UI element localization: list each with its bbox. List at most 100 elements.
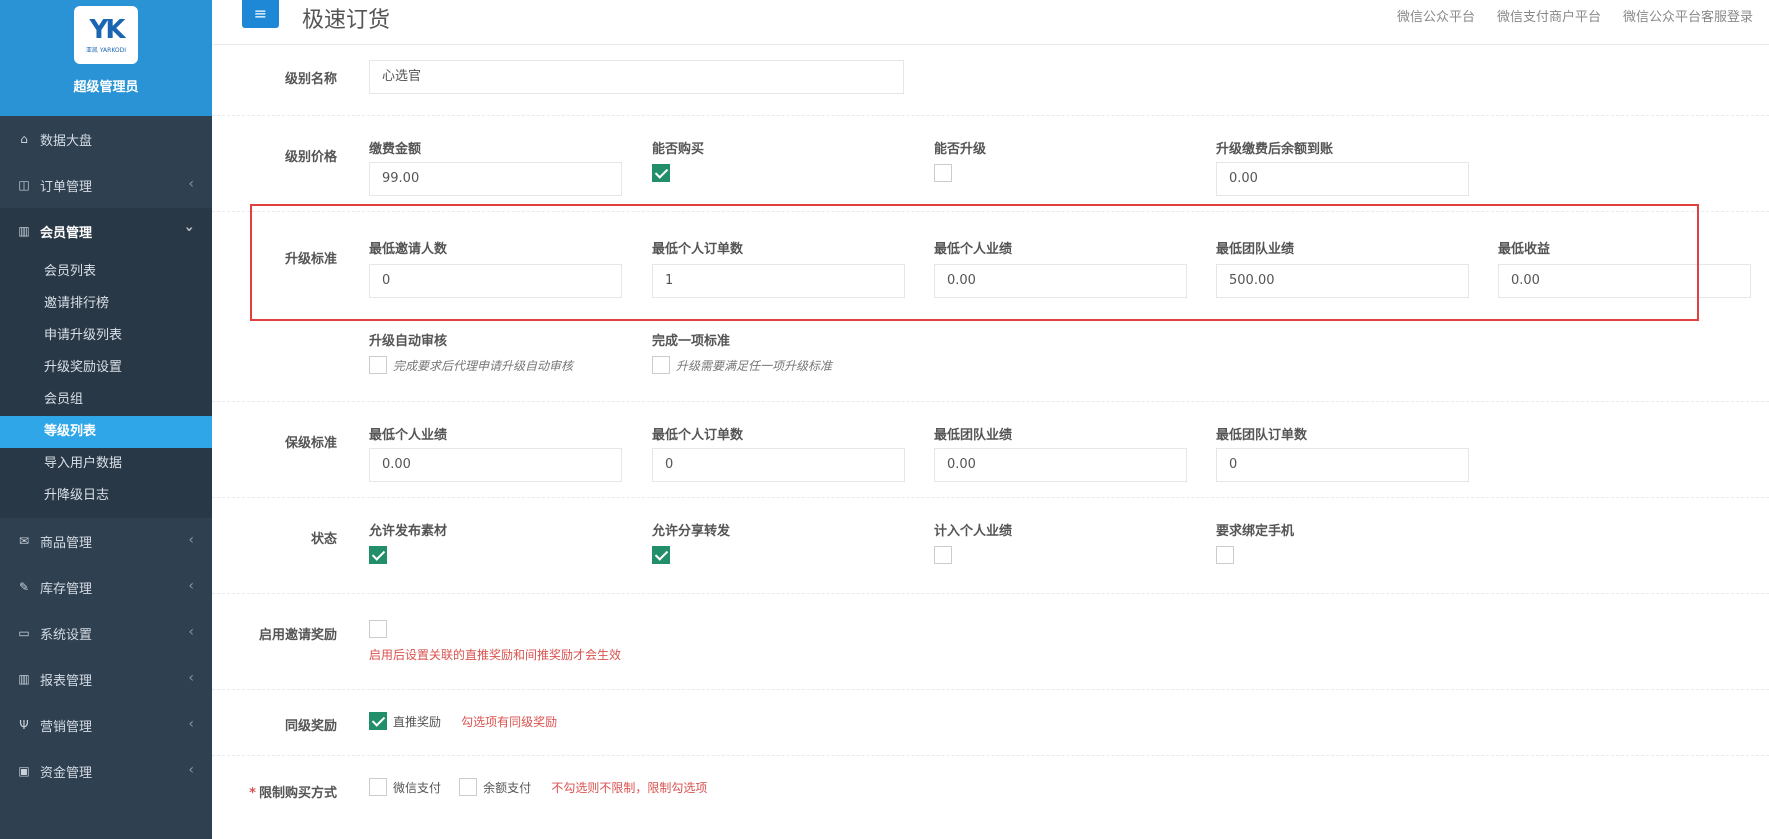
envelope-icon: ✉: [18, 534, 30, 548]
sidebar-item-products[interactable]: ✉ 商品管理 ‹: [0, 518, 212, 564]
row-level-name: 级别名称 心选官: [212, 46, 1769, 116]
sidebar-item-marketing[interactable]: Ψ 营销管理 ‹: [0, 702, 212, 748]
submenu-item-level-log[interactable]: 升降级日志: [0, 480, 212, 512]
wechat-pay-label: 微信支付: [393, 780, 442, 795]
hamburger-icon: ≡: [253, 4, 268, 23]
chevron-left-icon: ‹: [188, 578, 194, 594]
level-name-label: 级别名称: [284, 72, 337, 87]
chevron-left-icon: ‹: [188, 176, 194, 192]
menu-toggle-button[interactable]: ≡: [242, 0, 279, 28]
row-status: 状态 允许发布素材 允许分享转发 计入个人业绩 要求绑定手机: [212, 498, 1769, 594]
keep-min-team-sales-input[interactable]: 0.00: [934, 448, 1187, 482]
top-bar: ≡ 极速订货 微信公众平台 微信支付商户平台 微信公众平台客服登录: [212, 0, 1769, 45]
require-phone-label: 要求绑定手机: [1216, 524, 1295, 539]
fee-amount-input[interactable]: 99.00: [369, 162, 622, 196]
columns-icon: ◫: [18, 178, 30, 192]
link-wechat-service-login[interactable]: 微信公众平台客服登录: [1623, 6, 1753, 25]
row-limit-purchase: * 限制购买方式 微信支付 余额支付 不勾选则不限制，限制勾选项: [212, 756, 1769, 839]
sidebar-item-dashboard[interactable]: ⌂ 数据大盘: [0, 116, 212, 162]
sidebar: YK 亚凯 YARKODI 超级管理员 ⌂ 数据大盘 ◫ 订单管理 ‹ ▥ 会员…: [0, 0, 212, 839]
keep-min-personal-orders-input[interactable]: 0: [652, 448, 905, 482]
direct-reward-option-label: 直推奖励: [393, 714, 442, 729]
sidebar-item-label: 系统设置: [40, 627, 93, 643]
wechat-pay-checkbox[interactable]: [369, 778, 387, 796]
one-standard-label: 完成一项标准: [652, 334, 731, 349]
edit-icon: ✎: [18, 580, 30, 594]
submenu-item-member-list[interactable]: 会员列表: [0, 256, 212, 288]
upgrade-balance-input[interactable]: 0.00: [1216, 162, 1469, 196]
auto-audit-note: 完成要求后代理申请升级自动审核: [393, 358, 574, 373]
sidebar-item-label: 库存管理: [40, 581, 93, 597]
can-buy-label: 能否购买: [652, 142, 705, 157]
link-wechat-pay-merchant[interactable]: 微信支付商户平台: [1497, 6, 1601, 25]
highlight-box: [250, 204, 1699, 321]
keep-min-personal-orders-label: 最低个人订单数: [652, 428, 744, 443]
logo-subtext: 亚凯 YARKODI: [85, 46, 127, 54]
home-icon: ⌂: [20, 132, 28, 146]
sidebar-item-label: 营销管理: [40, 719, 93, 735]
money-icon: ▣: [18, 764, 30, 778]
limit-purchase-note: 不勾选则不限制，限制勾选项: [551, 780, 708, 795]
count-personal-sales-label: 计入个人业绩: [934, 524, 1013, 539]
logo: YK 亚凯 YARKODI: [74, 6, 138, 64]
status-label: 状态: [310, 532, 337, 547]
keep-min-team-sales-label: 最低团队业绩: [934, 428, 1013, 443]
same-level-reward-note: 勾选项有同级奖励: [461, 714, 558, 729]
members-submenu: 会员列表 邀请排行榜 申请升级列表 升级奖励设置 会员组 等级列表 导入用户数据…: [0, 254, 212, 518]
submenu-item-invite-ranking[interactable]: 邀请排行榜: [0, 288, 212, 320]
admin-name[interactable]: 超级管理员: [73, 76, 138, 95]
chevron-left-icon: ‹: [188, 624, 194, 640]
submenu-item-upgrade-requests[interactable]: 申请升级列表: [0, 320, 212, 352]
allow-publish-label: 允许发布素材: [369, 524, 448, 539]
submenu-item-import-users[interactable]: 导入用户数据: [0, 448, 212, 480]
sidebar-item-label: 资金管理: [40, 765, 93, 781]
one-standard-checkbox[interactable]: [652, 356, 670, 374]
sidebar-item-settings[interactable]: ▭ 系统设置 ‹: [0, 610, 212, 656]
level-name-input[interactable]: 心选官: [369, 60, 904, 94]
limit-purchase-label: 限制购买方式: [258, 786, 337, 801]
count-personal-sales-checkbox[interactable]: [934, 546, 952, 564]
keep-min-personal-sales-input[interactable]: 0.00: [369, 448, 622, 482]
bar-chart-icon: ▥: [18, 672, 30, 686]
require-phone-checkbox[interactable]: [1216, 546, 1234, 564]
allow-share-label: 允许分享转发: [652, 524, 731, 539]
logo-mark: YK: [89, 14, 126, 45]
allow-publish-checkbox[interactable]: [369, 546, 387, 564]
balance-pay-checkbox[interactable]: [459, 778, 478, 796]
allow-share-checkbox[interactable]: [652, 546, 670, 564]
same-level-reward-label: 同级奖励: [284, 719, 337, 734]
sidebar-item-label: 商品管理: [40, 535, 93, 551]
fee-amount-label: 缴费金额: [369, 142, 422, 157]
row-level-price: 级别价格 缴费金额 99.00 能否购买 能否升级 升级缴费后余额到账 0.00: [212, 116, 1769, 212]
chevron-left-icon: ‹: [188, 532, 194, 548]
can-upgrade-checkbox[interactable]: [934, 164, 952, 182]
upgrade-balance-label: 升级缴费后余额到账: [1216, 142, 1334, 157]
auto-audit-checkbox[interactable]: [369, 356, 387, 374]
direct-reward-checkbox[interactable]: [369, 712, 387, 730]
sidebar-item-reports[interactable]: ▥ 报表管理 ‹: [0, 656, 212, 702]
can-buy-checkbox[interactable]: [652, 164, 670, 182]
submenu-item-level-list[interactable]: 等级列表: [0, 416, 212, 448]
balance-pay-label: 余额支付: [483, 780, 532, 795]
chevron-left-icon: ‹: [188, 762, 194, 778]
page-title: 极速订货: [302, 8, 391, 33]
can-upgrade-label: 能否升级: [934, 142, 987, 157]
chevron-left-icon: ‹: [188, 716, 194, 732]
keep-min-team-orders-input[interactable]: 0: [1216, 448, 1469, 482]
sidebar-item-orders[interactable]: ◫ 订单管理 ‹: [0, 162, 212, 208]
desktop-icon: ▭: [18, 626, 30, 640]
submenu-item-member-group[interactable]: 会员组: [0, 384, 212, 416]
link-wechat-platform[interactable]: 微信公众平台: [1397, 6, 1475, 25]
sidebar-item-members[interactable]: ▥ 会员管理 ›: [0, 208, 212, 254]
invite-reward-label: 启用邀请奖励: [258, 628, 337, 643]
sidebar-item-funds[interactable]: ▣ 资金管理 ‹: [0, 748, 212, 794]
sidebar-item-label: 数据大盘: [40, 133, 93, 149]
chevron-left-icon: ‹: [188, 670, 194, 686]
row-invite-reward: 启用邀请奖励 启用后设置关联的直推奖励和间推奖励才会生效: [212, 594, 1769, 690]
limit-purchase-label-wrap: * 限制购买方式: [212, 782, 337, 801]
submenu-item-upgrade-rewards[interactable]: 升级奖励设置: [0, 352, 212, 384]
invite-reward-checkbox[interactable]: [369, 620, 387, 638]
keep-min-team-orders-label: 最低团队订单数: [1216, 428, 1308, 443]
sidebar-item-inventory[interactable]: ✎ 库存管理 ‹: [0, 564, 212, 610]
cutlery-icon: Ψ: [19, 718, 29, 732]
